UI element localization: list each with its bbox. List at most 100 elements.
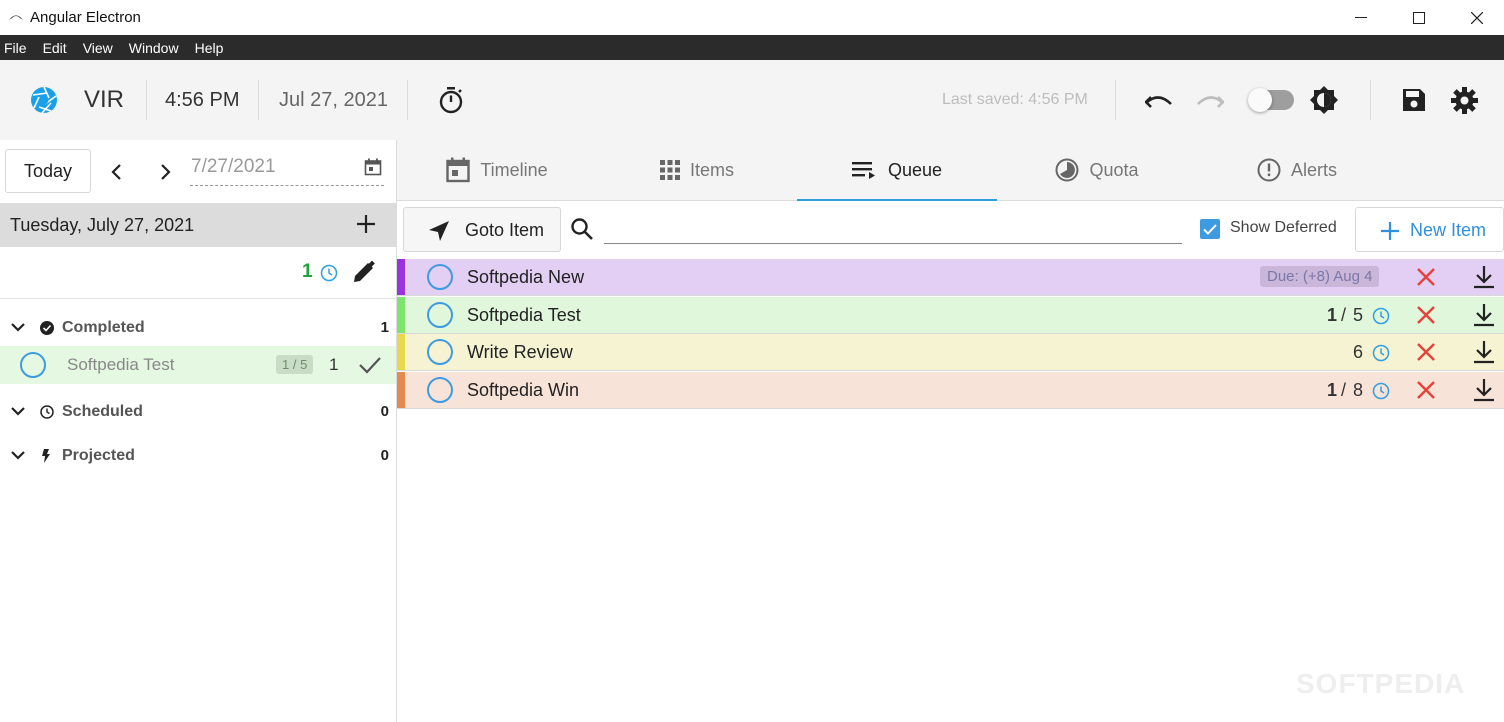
queue-row[interactable]: Softpedia Win 1 / 8 — [397, 372, 1504, 409]
show-deferred-checkbox[interactable] — [1200, 219, 1220, 239]
search-input[interactable] — [604, 212, 1182, 244]
item-status-ring[interactable] — [427, 377, 453, 403]
add-icon[interactable] — [356, 214, 376, 239]
row-color-stripe — [397, 372, 405, 408]
show-deferred-label[interactable]: Show Deferred — [1230, 219, 1337, 237]
download-icon[interactable] — [1473, 340, 1495, 369]
timer-button[interactable] — [438, 60, 464, 140]
edit-icon[interactable] — [352, 260, 376, 289]
maximize-icon — [1413, 11, 1425, 24]
navigation-arrow-icon — [429, 221, 449, 241]
toggle-knob — [1248, 88, 1272, 112]
section-completed[interactable]: Completed 1 — [0, 314, 396, 342]
chevron-down-icon — [10, 320, 26, 338]
panel-divider — [396, 140, 397, 722]
row-color-stripe — [397, 334, 405, 370]
date-picker-input[interactable]: 7/27/2021 — [190, 154, 384, 186]
brand-label: VIR — [84, 86, 125, 113]
clock-icon — [1372, 307, 1390, 330]
divider — [407, 80, 408, 120]
close-icon — [1471, 11, 1483, 24]
tab-queue[interactable]: Queue — [797, 140, 997, 201]
remove-icon[interactable] — [1416, 342, 1436, 367]
last-saved-status: Last saved: 4:56 PM — [942, 91, 1088, 108]
completed-item[interactable]: Softpedia Test 1 / 5 1 — [0, 346, 396, 384]
date-value: 7/27/2021 — [191, 156, 276, 177]
total-count: 5 — [1353, 305, 1364, 325]
goto-item-button[interactable]: Goto Item — [403, 207, 561, 252]
redo-button[interactable] — [1196, 60, 1224, 140]
tab-alerts[interactable]: Alerts — [1197, 140, 1397, 200]
chevron-right-icon — [161, 164, 171, 180]
queue-row[interactable]: Softpedia Test 1 / 5 — [397, 297, 1504, 334]
previous-day-button[interactable] — [106, 160, 126, 184]
save-button[interactable] — [1402, 60, 1426, 140]
item-name: Softpedia Test — [67, 355, 175, 374]
item-status-ring[interactable] — [427, 264, 453, 290]
download-icon[interactable] — [1473, 378, 1495, 407]
queue-row[interactable]: Write Review 6 — [397, 334, 1504, 371]
clock-icon — [1372, 382, 1390, 405]
section-projected[interactable]: Projected 0 — [0, 442, 396, 470]
tab-quota[interactable]: Quota — [997, 140, 1197, 200]
redo-icon — [1197, 96, 1224, 108]
download-icon[interactable] — [1473, 303, 1495, 332]
download-icon[interactable] — [1473, 265, 1495, 294]
app-toolbar: VIR 4:56 PM Jul 27, 2021 Last saved: 4:5… — [0, 60, 1504, 140]
menu-file[interactable]: File — [4, 40, 27, 56]
item-name: Softpedia Test — [467, 305, 581, 325]
window-titlebar: Angular Electron — [0, 0, 1504, 35]
total-count: 8 — [1353, 380, 1364, 400]
due-badge: Due: (+8) Aug 4 — [1260, 266, 1380, 287]
item-status-ring[interactable] — [427, 302, 453, 328]
undo-button[interactable] — [1145, 60, 1173, 140]
day-count: 1 — [302, 261, 313, 282]
item-name: Softpedia Win — [467, 380, 580, 400]
day-header: Tuesday, July 27, 2021 — [0, 203, 396, 247]
brightness-button[interactable] — [1309, 60, 1339, 140]
section-scheduled[interactable]: Scheduled 0 — [0, 398, 396, 426]
next-day-button[interactable] — [156, 160, 176, 184]
calendar-icon[interactable] — [364, 158, 382, 181]
new-item-button[interactable]: New Item — [1355, 207, 1504, 252]
search-icon — [570, 217, 594, 246]
check-icon[interactable] — [358, 356, 382, 379]
queue-row[interactable]: Softpedia New Due: (+8) Aug 4 — [397, 259, 1504, 296]
current-time: 4:56 PM — [165, 88, 240, 111]
theme-toggle[interactable] — [1248, 60, 1294, 140]
minimize-button[interactable] — [1332, 0, 1390, 35]
day-header-label: Tuesday, July 27, 2021 — [10, 214, 195, 235]
alert-icon — [1257, 158, 1281, 182]
clock-icon — [40, 405, 54, 424]
aperture-logo-icon — [30, 60, 58, 140]
remove-icon[interactable] — [1416, 380, 1436, 405]
view-tabs: Timeline Items Queue Quota Alerts — [397, 140, 1504, 201]
menu-view[interactable]: View — [83, 40, 113, 56]
window-title: Angular Electron — [30, 9, 141, 26]
close-window-button[interactable] — [1448, 0, 1504, 35]
item-count: 1 — [329, 355, 339, 374]
check-circle-icon — [40, 321, 54, 340]
total-count: 6 — [1353, 342, 1364, 362]
done-count: 1 — [1327, 305, 1338, 325]
queue-list-icon — [851, 162, 875, 179]
tab-timeline[interactable]: Timeline — [397, 140, 597, 200]
menu-edit[interactable]: Edit — [43, 40, 67, 56]
today-button[interactable]: Today — [5, 149, 91, 193]
calendar-icon — [446, 157, 471, 183]
grid-icon — [659, 160, 680, 180]
menu-help[interactable]: Help — [195, 40, 224, 56]
section-count: 0 — [380, 403, 389, 420]
row-color-stripe — [397, 259, 405, 295]
divider — [1370, 80, 1371, 120]
item-status-ring[interactable] — [20, 352, 46, 378]
settings-button[interactable] — [1451, 60, 1478, 140]
check-icon — [1203, 223, 1217, 235]
item-status-ring[interactable] — [427, 339, 453, 365]
menu-window[interactable]: Window — [129, 40, 179, 56]
maximize-button[interactable] — [1390, 0, 1448, 35]
tab-items[interactable]: Items — [597, 140, 797, 200]
section-label: Projected — [62, 447, 135, 464]
remove-icon[interactable] — [1416, 305, 1436, 330]
remove-icon[interactable] — [1416, 267, 1436, 292]
